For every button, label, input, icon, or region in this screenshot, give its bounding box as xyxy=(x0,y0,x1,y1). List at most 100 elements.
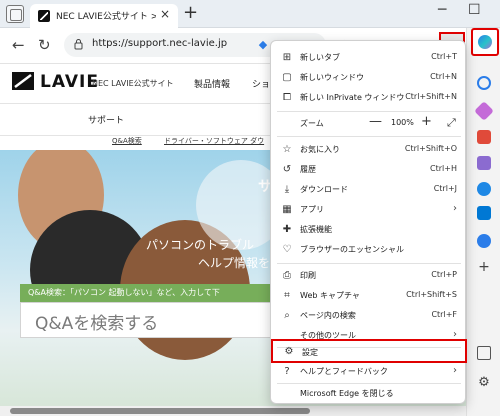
menu-label: 新しいウィンドウ xyxy=(300,73,364,82)
menu-label: ページ内の検索 xyxy=(300,311,356,320)
menu-history[interactable]: ↺ 履歴 Ctrl+H xyxy=(271,159,467,181)
refresh-icon[interactable]: ↻ xyxy=(38,36,51,54)
heart-pulse-icon: ♡ xyxy=(282,244,292,255)
maximize-button[interactable]: ☐ xyxy=(468,2,481,18)
menu-shortcut: Ctrl+T xyxy=(431,52,457,61)
games-icon[interactable] xyxy=(477,156,491,170)
support-link[interactable]: サポート xyxy=(88,113,124,126)
back-arrow-icon[interactable]: ← xyxy=(12,36,25,54)
favorites-icon: ☆ xyxy=(282,144,292,155)
menu-shortcut: Ctrl+Shift+S xyxy=(406,290,457,299)
hero-line-1: パソコンのトラブル xyxy=(146,238,255,252)
search-icon[interactable] xyxy=(477,76,491,90)
lavie-logo-icon xyxy=(12,72,34,90)
lock-icon xyxy=(74,39,83,50)
tab-title: NEC LAVIE公式サイト > サービス＆サ xyxy=(56,12,156,22)
menu-label: Web キャプチャ xyxy=(300,291,360,300)
menu-favorites[interactable]: ☆ お気に入り Ctrl+Shift+O xyxy=(271,139,467,161)
copilot-icon[interactable] xyxy=(471,28,499,56)
add-app-icon[interactable]: + xyxy=(477,260,491,274)
menu-web-capture[interactable]: ⌗ Web キャプチャ Ctrl+Shift+S xyxy=(271,285,467,307)
settings-icon: ⚙ xyxy=(284,346,294,357)
extensions-icon: ✚ xyxy=(282,224,292,235)
menu-shortcut: Ctrl+H xyxy=(430,164,457,173)
menu-shortcut: Ctrl+F xyxy=(431,310,457,319)
drop-icon[interactable] xyxy=(477,234,491,248)
menu-label: 拡張機能 xyxy=(300,225,332,234)
nav-product-info[interactable]: 製品情報 xyxy=(194,77,230,90)
web-capture-icon: ⌗ xyxy=(284,290,290,301)
help-icon: ? xyxy=(284,366,290,377)
qa-search-link[interactable]: Q&A検索 xyxy=(112,136,142,146)
menu-label: 新しい InPrivate ウィンドウ xyxy=(300,93,405,102)
menu-label: ブラウザーのエッセンシャル xyxy=(300,245,404,254)
site-favicon-icon xyxy=(38,10,50,22)
menu-label: 新しいタブ xyxy=(300,53,340,62)
menu-print[interactable]: ⎙ 印刷 Ctrl+P xyxy=(271,265,467,287)
new-tab-button[interactable]: + xyxy=(183,2,198,23)
download-icon: ⤓ xyxy=(284,184,290,195)
menu-label: 設定 xyxy=(302,348,318,357)
menu-label: お気に入り xyxy=(300,145,340,154)
zoom-out-button[interactable]: — xyxy=(369,114,382,129)
zoom-in-button[interactable]: + xyxy=(421,114,432,129)
qa-search-placeholder: Q&Aを検索する xyxy=(35,314,159,334)
microsoft-365-icon[interactable] xyxy=(477,182,491,196)
hero-line-2: ヘルプ情報を xyxy=(198,256,271,270)
fullscreen-icon[interactable]: ⤢ xyxy=(447,116,456,130)
inprivate-icon: ⧠ xyxy=(283,92,291,103)
qa-search-input[interactable]: Q&Aを検索する xyxy=(20,302,272,338)
menu-label: ヘルプとフィードバック xyxy=(300,367,388,376)
sidebar-settings-gear-icon[interactable]: ⚙ xyxy=(477,376,491,390)
menu-new-inprivate[interactable]: ⧠ 新しい InPrivate ウィンドウ Ctrl+Shift+N xyxy=(271,87,467,109)
tools-icon[interactable] xyxy=(477,130,491,144)
title-bar: NEC LAVIE公式サイト > サービス＆サ × + ─ ☐ xyxy=(0,0,500,28)
print-icon: ⎙ xyxy=(283,270,291,281)
apps-icon: ▦ xyxy=(282,204,292,215)
menu-label: Microsoft Edge を閉じる xyxy=(300,389,394,398)
browser-tab[interactable]: NEC LAVIE公式サイト > サービス＆サ × xyxy=(30,4,178,28)
nav-shop[interactable]: ショ xyxy=(252,77,270,90)
menu-zoom: ズーム — 100% + ⤢ xyxy=(271,111,467,135)
menu-help-feedback[interactable]: ? ヘルプとフィードバック › xyxy=(271,361,467,383)
site-name: NEC LAVIE公式サイト xyxy=(92,79,174,88)
zoom-label: ズーム xyxy=(300,119,324,128)
menu-shortcut: Ctrl+J xyxy=(433,184,457,193)
url-text: https://support.nec-lavie.jp xyxy=(92,38,228,49)
new-tab-icon: ⊞ xyxy=(282,52,292,63)
menu-shortcut: Ctrl+Shift+N xyxy=(405,92,457,101)
outlook-icon[interactable] xyxy=(477,206,491,220)
scrollbar-thumb[interactable] xyxy=(10,408,310,414)
menu-new-window[interactable]: ▢ 新しいウィンドウ Ctrl+N xyxy=(271,67,467,89)
menu-apps[interactable]: ▦ アプリ › xyxy=(271,199,467,221)
menu-divider xyxy=(277,136,461,137)
menu-downloads[interactable]: ⤓ ダウンロード Ctrl+J xyxy=(271,179,467,201)
menu-new-tab[interactable]: ⊞ 新しいタブ Ctrl+T xyxy=(271,47,467,69)
menu-close-edge[interactable]: Microsoft Edge を閉じる xyxy=(271,383,467,405)
zoom-value: 100% xyxy=(391,118,414,127)
menu-label: 履歴 xyxy=(300,165,316,174)
menu-extensions[interactable]: ✚ 拡張機能 xyxy=(271,219,467,241)
find-icon: ⌕ xyxy=(284,310,290,321)
menu-settings[interactable]: ⚙ 設定 xyxy=(271,339,467,363)
edge-sidebar: + ⚙ xyxy=(466,28,500,416)
settings-menu: ⊞ 新しいタブ Ctrl+T ▢ 新しいウィンドウ Ctrl+N ⧠ 新しい I… xyxy=(270,40,467,405)
tab-close-icon[interactable]: × xyxy=(160,7,170,21)
tag-icon[interactable]: ◆ xyxy=(255,37,271,53)
hide-sidebar-icon[interactable] xyxy=(477,346,491,360)
shopping-tag-icon[interactable] xyxy=(474,101,494,121)
tab-actions-icon[interactable] xyxy=(6,5,24,23)
horizontal-scrollbar[interactable] xyxy=(0,406,466,416)
menu-shortcut: Ctrl+P xyxy=(431,270,457,279)
menu-label: アプリ xyxy=(300,205,324,214)
menu-label: ダウンロード xyxy=(300,185,348,194)
chevron-right-icon: › xyxy=(453,365,457,376)
menu-find-on-page[interactable]: ⌕ ページ内の検索 Ctrl+F xyxy=(271,305,467,327)
menu-browser-essentials[interactable]: ♡ ブラウザーのエッセンシャル xyxy=(271,239,467,261)
minimize-button[interactable]: ─ xyxy=(438,2,446,18)
chevron-right-icon: › xyxy=(453,203,457,214)
history-icon: ↺ xyxy=(282,164,292,175)
driver-download-link[interactable]: ドライバー・ソフトウェア ダウ xyxy=(164,136,264,146)
menu-shortcut: Ctrl+N xyxy=(430,72,457,81)
menu-divider xyxy=(277,263,461,264)
